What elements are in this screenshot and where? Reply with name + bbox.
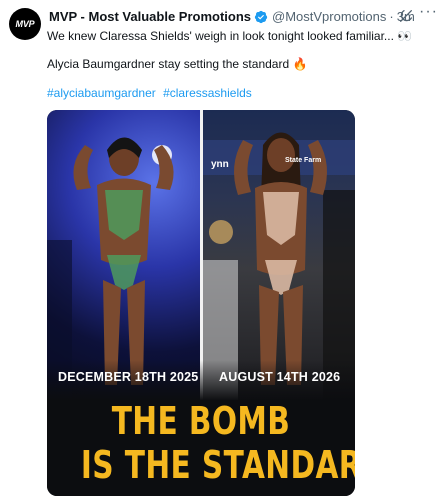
date-right: AUGUST 14TH 2026: [219, 370, 341, 384]
athlete-right-figure: ynn State Farm: [203, 132, 355, 400]
separator-dot: ·: [389, 9, 394, 24]
grok-icon[interactable]: [398, 8, 414, 24]
tweet-text-line2: Alycia Baumgardner stay setting the stan…: [47, 57, 308, 71]
avatar[interactable]: MVP: [9, 8, 41, 40]
author-handle[interactable]: @MostVpromotions: [272, 9, 386, 24]
hashtags: #alyciabaumgardner #claressashields: [47, 86, 256, 100]
photo-right-panel: ynn State Farm: [203, 110, 355, 400]
more-options-icon[interactable]: ···: [419, 4, 438, 20]
headline-line2: IS THE STANDARD: [80, 443, 355, 487]
tweet-header: MVP - Most Valuable Promotions @MostVpro…: [49, 9, 438, 24]
tweet-text-line1: We knew Claressa Shields' weigh in look …: [47, 29, 413, 43]
verified-badge-icon: [254, 10, 268, 23]
date-left: DECEMBER 18TH 2025: [58, 370, 199, 384]
hashtag-link[interactable]: #alyciabaumgardner: [47, 86, 156, 100]
photo-left-panel: [47, 110, 200, 400]
hashtag-link[interactable]: #claressashields: [163, 86, 252, 100]
banner-right-text: State Farm: [285, 157, 321, 164]
tweet-image[interactable]: ynn State Farm DECEMBER 18TH 2025 AUGUST…: [47, 110, 355, 496]
headline-line1: THE BOMB: [111, 399, 291, 443]
banner-left-text: ynn: [211, 159, 229, 170]
athlete-left-figure: [47, 137, 174, 400]
author-name[interactable]: MVP - Most Valuable Promotions: [49, 9, 251, 24]
